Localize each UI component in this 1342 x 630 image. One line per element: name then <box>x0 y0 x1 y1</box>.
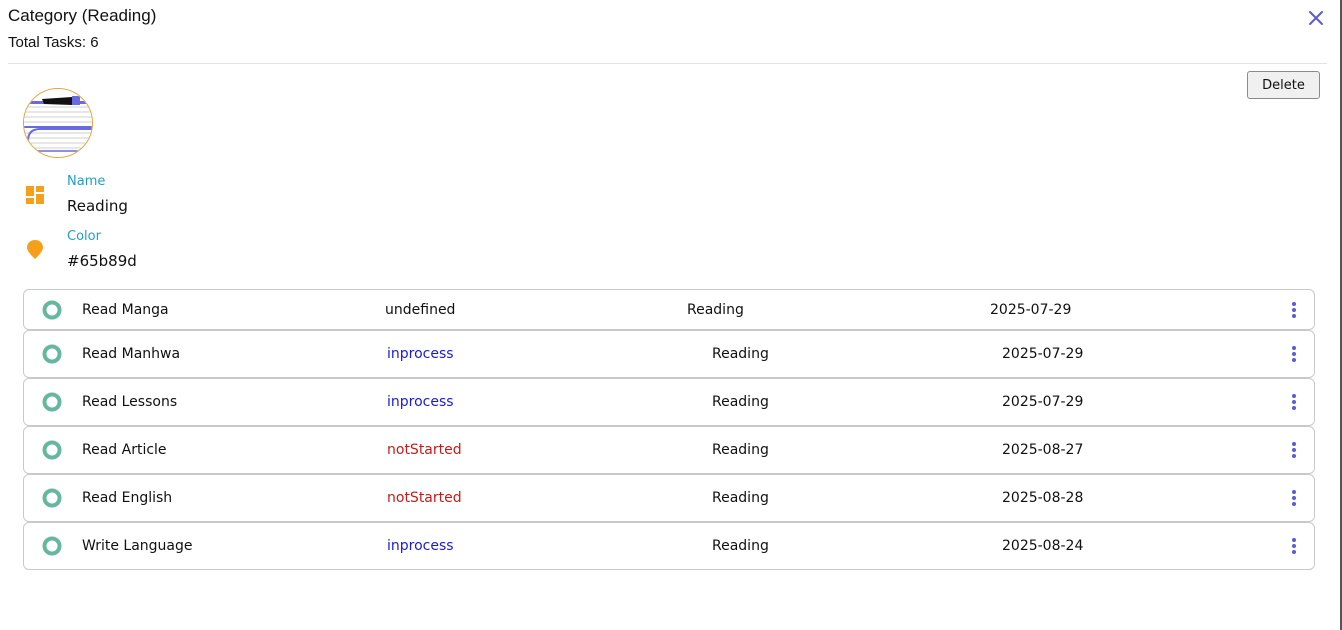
more-vertical-icon[interactable] <box>1290 345 1298 363</box>
color-value: #65b89d <box>67 252 137 270</box>
task-category: Reading <box>712 490 769 506</box>
task-row[interactable]: Read Manhwa inprocess Reading 2025-07-29 <box>23 330 1315 378</box>
color-label: Color <box>67 229 101 244</box>
status-circle-icon <box>42 392 62 412</box>
close-button[interactable] <box>1304 6 1328 30</box>
task-date: 2025-08-27 <box>1002 442 1084 458</box>
task-row[interactable]: Read Article notStarted Reading 2025-08-… <box>23 426 1315 474</box>
task-category: Reading <box>712 442 769 458</box>
task-row[interactable]: Read Manga undefined Reading 2025-07-29 <box>23 289 1315 330</box>
notebook-pen-image <box>24 89 92 157</box>
status-circle-icon <box>42 344 62 364</box>
task-date: 2025-08-28 <box>1002 490 1084 506</box>
name-label: Name <box>67 174 106 189</box>
more-vertical-icon[interactable] <box>1290 537 1298 555</box>
task-status: inprocess <box>387 346 454 362</box>
task-date: 2025-08-24 <box>1002 538 1084 554</box>
task-name: Write Language <box>82 538 193 554</box>
status-circle-icon <box>42 488 62 508</box>
task-name: Read Manga <box>82 301 169 318</box>
task-status: undefined <box>385 301 456 318</box>
category-avatar <box>23 88 93 158</box>
task-name: Read Lessons <box>82 394 178 410</box>
task-date: 2025-07-29 <box>990 301 1072 318</box>
more-vertical-icon[interactable] <box>1290 301 1298 319</box>
modal-title: Category (Reading) <box>8 6 157 25</box>
color-drop-icon <box>27 240 43 259</box>
more-vertical-icon[interactable] <box>1290 393 1298 411</box>
task-status: inprocess <box>387 394 454 410</box>
more-vertical-icon[interactable] <box>1290 489 1298 507</box>
task-name: Read Manhwa <box>82 346 181 362</box>
total-tasks: Total Tasks: 6 <box>8 34 99 51</box>
task-category: Reading <box>712 346 769 362</box>
status-circle-icon <box>42 300 62 319</box>
task-date: 2025-07-29 <box>1002 394 1084 410</box>
task-category: Reading <box>712 394 769 410</box>
status-circle-icon <box>42 536 62 556</box>
task-date: 2025-07-29 <box>1002 346 1084 362</box>
task-list: Read Manga undefined Reading 2025-07-29 … <box>23 289 1315 576</box>
name-field: Name Reading <box>24 172 324 222</box>
status-circle-icon <box>42 440 62 460</box>
task-status: notStarted <box>387 442 462 458</box>
header-divider <box>8 63 1327 64</box>
name-value: Reading <box>67 197 128 215</box>
task-name: Read Article <box>82 442 167 458</box>
task-row[interactable]: Read Lessons inprocess Reading 2025-07-2… <box>23 378 1315 426</box>
dashboard-icon <box>26 186 44 204</box>
more-vertical-icon[interactable] <box>1290 441 1298 459</box>
task-row[interactable]: Read English notStarted Reading 2025-08-… <box>23 474 1315 522</box>
close-icon <box>1309 11 1323 25</box>
task-status: notStarted <box>387 490 462 506</box>
task-status: inprocess <box>387 538 454 554</box>
task-category: Reading <box>687 301 744 318</box>
task-name: Read English <box>82 490 173 506</box>
modal-header: Category (Reading) Total Tasks: 6 <box>8 6 1328 51</box>
color-field: Color #65b89d <box>24 227 324 277</box>
task-category: Reading <box>712 538 769 554</box>
task-row[interactable]: Write Language inprocess Reading 2025-08… <box>23 522 1315 570</box>
delete-button[interactable]: Delete <box>1247 71 1320 99</box>
